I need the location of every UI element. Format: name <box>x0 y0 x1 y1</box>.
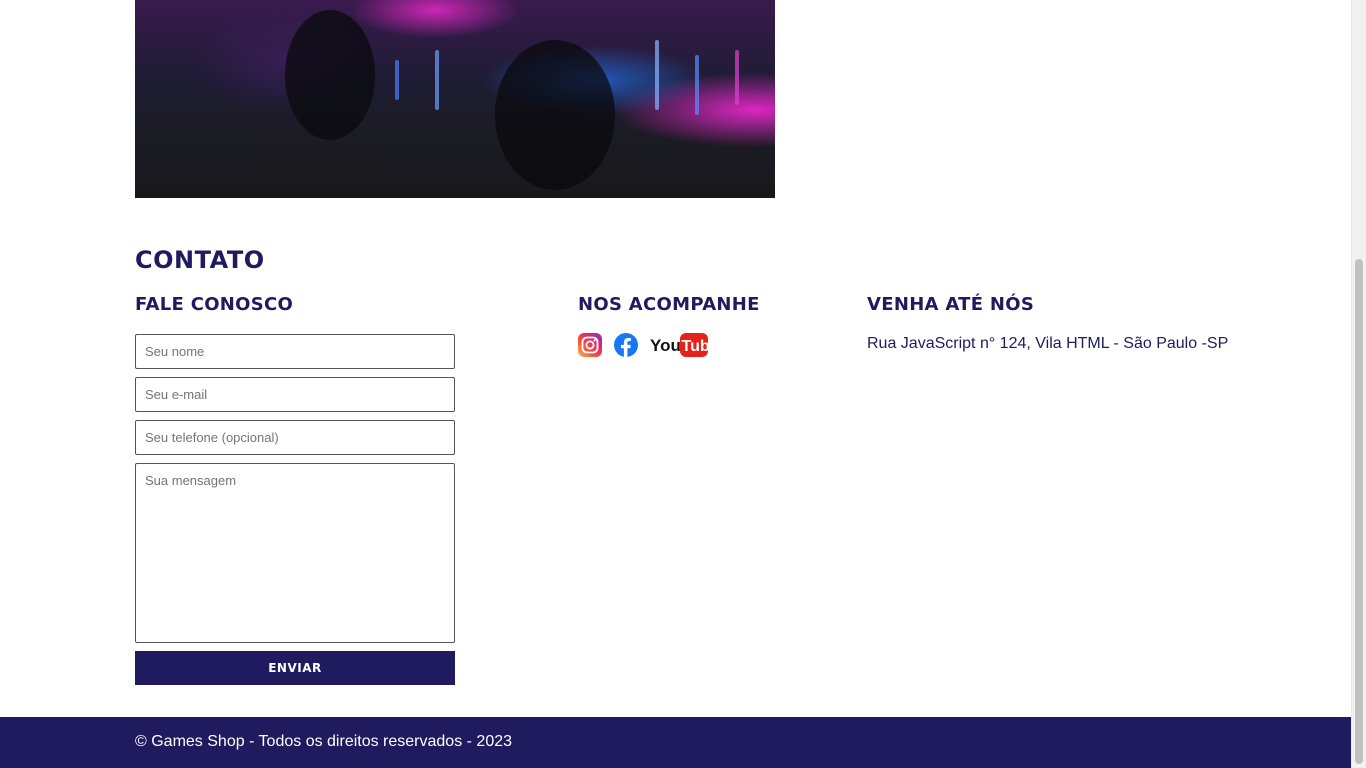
page-scrollbar[interactable] <box>1351 0 1366 768</box>
youtube-link[interactable]: You Tube <box>650 332 708 358</box>
phone-input[interactable] <box>135 420 455 455</box>
contact-form-column: Fale conosco Enviar <box>135 294 455 685</box>
scrollbar-thumb[interactable] <box>1355 259 1363 764</box>
hero-image-reflection <box>435 50 439 110</box>
hero-image-reflection <box>735 50 739 105</box>
contact-section-title: Contato <box>135 246 265 274</box>
instagram-link[interactable] <box>578 333 602 357</box>
address-text: Rua JavaScript n° 124, Vila HTML - São P… <box>867 335 1229 352</box>
footer-copyright: © Games Shop - Todos os direitos reserva… <box>135 733 513 750</box>
hero-image <box>135 0 775 198</box>
hero-image-reflection <box>395 60 399 100</box>
message-textarea[interactable] <box>135 463 455 643</box>
social-links: You Tube <box>578 332 798 358</box>
address-column: Venha até nós Rua JavaScript n° 124, Vil… <box>867 294 1247 353</box>
svg-text:You: You <box>650 336 681 355</box>
social-title: Nos acompanhe <box>578 294 760 315</box>
send-button[interactable]: Enviar <box>135 651 455 685</box>
name-input[interactable] <box>135 334 455 369</box>
facebook-icon <box>614 333 638 357</box>
hero-image-reflection <box>695 55 699 115</box>
hero-image-shadow <box>495 40 615 190</box>
email-input[interactable] <box>135 377 455 412</box>
page: Contato Fale conosco Enviar Nos acompanh… <box>0 0 1351 768</box>
contact-form: Enviar <box>135 334 455 685</box>
footer: © Games Shop - Todos os direitos reserva… <box>0 717 1351 768</box>
address-title: Venha até nós <box>867 294 1035 315</box>
hero-image-shadow <box>285 10 375 140</box>
facebook-link[interactable] <box>614 333 638 357</box>
instagram-icon <box>578 333 602 357</box>
svg-text:Tube: Tube <box>682 338 709 355</box>
social-column: Nos acompanhe <box>578 294 798 358</box>
hero-image-reflection <box>655 40 659 110</box>
contact-form-title: Fale conosco <box>135 294 294 315</box>
youtube-icon: You Tube <box>650 333 709 357</box>
